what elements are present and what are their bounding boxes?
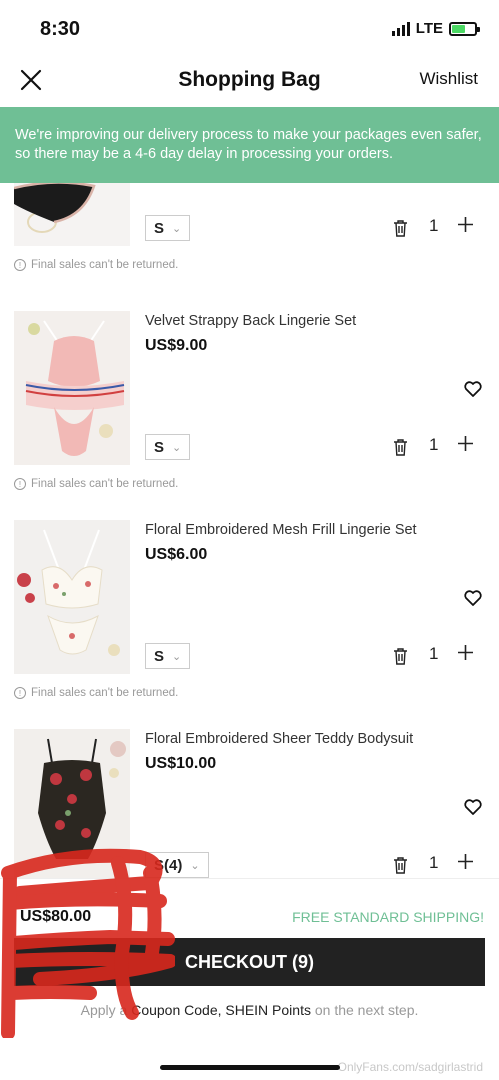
chevron-down-icon: ⌄ xyxy=(172,441,182,454)
coupon-suffix: on the next step. xyxy=(314,1002,419,1018)
size-value: S xyxy=(154,647,165,665)
coupon-prefix: Apply a xyxy=(80,1002,128,1018)
network-label: LTE xyxy=(415,20,443,37)
cart-item: S ⌄ 1 ! Final sales can't be returned. xyxy=(0,183,499,292)
product-image[interactable] xyxy=(14,183,130,246)
info-icon: ! xyxy=(14,478,26,490)
info-icon: ! xyxy=(14,259,26,271)
trash-icon[interactable] xyxy=(393,648,408,665)
cart-item: Velvet Strappy Back Lingerie Set US$9.00… xyxy=(0,311,499,511)
size-value: S xyxy=(154,219,165,237)
checkout-button[interactable]: CHECKOUT (9) xyxy=(14,938,485,986)
watermark: OnlyFans.com/sadgirlastrid xyxy=(337,1060,483,1074)
info-icon: ! xyxy=(14,687,26,699)
product-name[interactable]: Velvet Strappy Back Lingerie Set xyxy=(145,313,356,329)
battery-icon xyxy=(449,21,480,36)
chevron-down-icon: ⌄ xyxy=(190,859,200,872)
final-sale-note: ! Final sales can't be returned. xyxy=(14,478,178,490)
order-total: US$80.00 xyxy=(20,908,92,925)
size-selector[interactable]: S ⌄ xyxy=(145,643,191,669)
final-sale-note: ! Final sales can't be returned. xyxy=(14,259,178,271)
final-sale-text: Final sales can't be returned. xyxy=(31,687,179,699)
plus-icon[interactable] xyxy=(457,216,474,233)
trash-icon[interactable] xyxy=(393,220,408,237)
coupon-hint: Apply a Coupon Code, SHEIN Points on the… xyxy=(0,1002,499,1018)
heart-icon[interactable] xyxy=(463,588,483,608)
plus-icon[interactable] xyxy=(457,853,474,870)
chevron-down-icon: ⌄ xyxy=(172,222,182,235)
plus-icon[interactable] xyxy=(457,644,474,661)
plus-icon[interactable] xyxy=(457,435,474,452)
final-sale-text: Final sales can't be returned. xyxy=(31,478,179,490)
product-name[interactable]: Floral Embroidered Mesh Frill Lingerie S… xyxy=(145,522,417,538)
signal-icon xyxy=(391,21,410,36)
coupon-links[interactable]: Coupon Code, SHEIN Points xyxy=(131,1002,311,1018)
product-price: US$10.00 xyxy=(145,755,217,772)
trash-icon[interactable] xyxy=(393,439,408,456)
size-value: S(4) xyxy=(154,856,183,874)
delivery-notice-banner: We're improving our delivery process to … xyxy=(0,107,499,183)
final-sale-text: Final sales can't be returned. xyxy=(31,259,179,271)
product-price: US$6.00 xyxy=(145,546,208,563)
size-value: S xyxy=(154,438,165,456)
product-price: US$9.00 xyxy=(145,337,208,354)
product-image[interactable] xyxy=(14,311,130,465)
chevron-down-icon: ⌄ xyxy=(172,650,182,663)
product-image[interactable] xyxy=(14,520,130,674)
trash-icon[interactable] xyxy=(393,857,408,874)
wishlist-link[interactable]: Wishlist xyxy=(419,69,478,89)
quantity-value: 1 xyxy=(429,435,439,454)
checkout-bar: US$80.00 FREE STANDARD SHIPPING! CHECKOU… xyxy=(0,878,499,1080)
heart-icon[interactable] xyxy=(463,797,483,817)
cart-item: Floral Embroidered Mesh Frill Lingerie S… xyxy=(0,520,499,720)
final-sale-note: ! Final sales can't be returned. xyxy=(14,687,178,699)
heart-icon[interactable] xyxy=(463,379,483,399)
home-indicator[interactable] xyxy=(160,1065,340,1070)
quantity-value: 1 xyxy=(429,853,439,872)
product-name[interactable]: Floral Embroidered Sheer Teddy Bodysuit xyxy=(145,731,413,747)
nav-bar: Shopping Bag Wishlist xyxy=(0,60,499,106)
quantity-value: 1 xyxy=(429,644,439,663)
size-selector[interactable]: S ⌄ xyxy=(145,215,191,241)
product-image[interactable] xyxy=(14,729,130,878)
status-indicators: LTE xyxy=(391,20,480,37)
size-selector[interactable]: S(4) ⌄ xyxy=(145,852,209,878)
size-selector[interactable]: S ⌄ xyxy=(145,434,191,460)
status-bar: 8:30 LTE xyxy=(0,0,499,60)
free-shipping-label: FREE STANDARD SHIPPING! xyxy=(292,909,484,925)
cart-item: Floral Embroidered Sheer Teddy Bodysuit … xyxy=(0,729,499,878)
quantity-value: 1 xyxy=(429,216,439,235)
cart-list[interactable]: S ⌄ 1 ! Final sales can't be returned. V… xyxy=(0,183,499,878)
status-time: 8:30 xyxy=(40,18,81,40)
